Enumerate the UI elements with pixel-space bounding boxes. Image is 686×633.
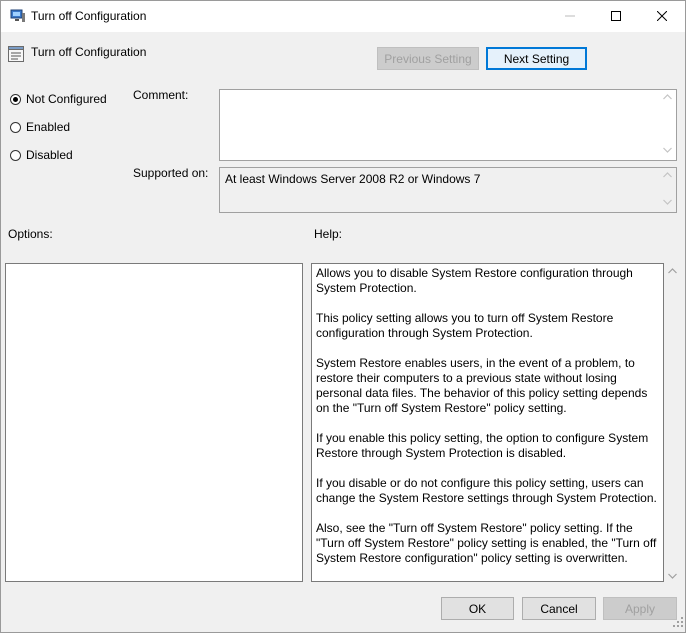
previous-setting-button[interactable]: Previous Setting — [377, 47, 479, 70]
close-button[interactable] — [639, 1, 685, 32]
radio-indicator[interactable] — [10, 93, 21, 105]
radio-label: Enabled — [26, 120, 71, 134]
comment-scrollbar[interactable] — [659, 90, 676, 160]
radio-label: Disabled — [26, 148, 73, 162]
help-paragraph: Allows you to disable System Restore con… — [316, 266, 633, 295]
cancel-button[interactable]: Cancel — [522, 597, 596, 620]
radio-enabled[interactable]: Enabled — [10, 120, 70, 134]
scroll-up-icon[interactable] — [663, 90, 672, 107]
help-paragraph: This policy setting allows you to turn o… — [316, 311, 614, 340]
resize-grip-icon[interactable] — [673, 616, 683, 630]
radio-not-configured[interactable]: Not Configured — [10, 92, 107, 106]
supported-on-value: At least Windows Server 2008 R2 or Windo… — [225, 172, 481, 186]
next-setting-button[interactable]: Next Setting — [486, 47, 587, 70]
supported-on-label: Supported on: — [133, 166, 209, 180]
window-title: Turn off Configuration — [31, 9, 147, 23]
scroll-down-icon[interactable] — [663, 195, 672, 212]
help-label: Help: — [314, 227, 343, 241]
help-scrollbar[interactable] — [664, 263, 681, 582]
maximize-icon — [611, 10, 621, 24]
scroll-down-icon[interactable] — [668, 568, 677, 582]
help-paragraph: If you enable this policy setting, the o… — [316, 431, 649, 460]
help-panel[interactable]: Allows you to disable System Restore con… — [311, 263, 664, 582]
minimize-button[interactable] — [547, 1, 593, 32]
minimize-icon — [565, 10, 575, 24]
radio-disabled[interactable]: Disabled — [10, 148, 73, 162]
scroll-up-icon[interactable] — [663, 168, 672, 185]
ok-button[interactable]: OK — [441, 597, 514, 620]
supported-on-field: At least Windows Server 2008 R2 or Windo… — [219, 167, 677, 213]
supported-scrollbar[interactable] — [659, 168, 676, 212]
setting-icon — [8, 46, 24, 62]
scroll-down-icon[interactable] — [663, 143, 672, 160]
setting-title: Turn off Configuration — [31, 45, 147, 59]
maximize-button[interactable] — [593, 1, 639, 32]
close-icon — [656, 10, 668, 24]
help-paragraph: If you disable or do not configure this … — [316, 476, 657, 505]
options-label: Options: — [8, 227, 53, 241]
comment-label: Comment: — [133, 88, 189, 102]
radio-label: Not Configured — [26, 92, 107, 106]
dialog-window: Turn off Configuration Turn off Configur… — [0, 0, 686, 633]
policy-editor-icon — [10, 9, 26, 23]
options-panel — [5, 263, 303, 582]
radio-indicator[interactable] — [10, 149, 21, 161]
scroll-up-icon[interactable] — [668, 263, 677, 277]
title-bar[interactable]: Turn off Configuration — [1, 1, 685, 32]
comment-field[interactable] — [219, 89, 677, 161]
help-paragraph: System Restore enables users, in the eve… — [316, 356, 648, 415]
help-paragraph: Also, see the "Turn off System Restore" … — [316, 521, 657, 565]
radio-indicator[interactable] — [10, 121, 21, 133]
apply-button[interactable]: Apply — [603, 597, 677, 620]
